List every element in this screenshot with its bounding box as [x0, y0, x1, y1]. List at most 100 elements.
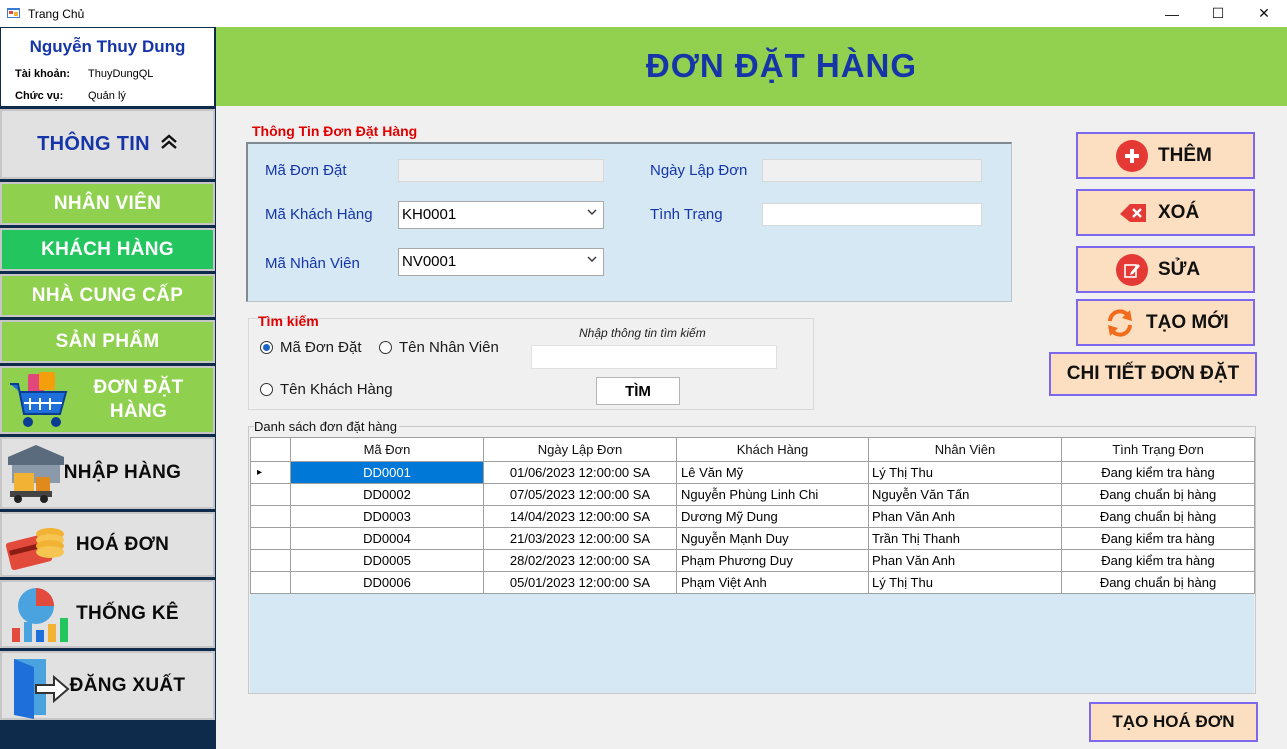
refresh-icon	[1104, 307, 1136, 339]
cell-status[interactable]: Đang kiểm tra hàng	[1061, 549, 1255, 572]
order-id-field[interactable]	[398, 159, 604, 182]
cell-employee[interactable]: Nguyễn Văn Tấn	[868, 483, 1062, 506]
order-list-title: Danh sách đơn đặt hàng	[254, 419, 399, 434]
plus-icon	[1116, 139, 1148, 172]
nav-invoices[interactable]: HOÁ ĐƠN	[0, 512, 215, 577]
search-button[interactable]: TÌM	[596, 377, 680, 405]
column-header-employee[interactable]: Nhân Viên	[868, 437, 1062, 462]
nav-orders[interactable]: ĐƠN ĐẶT HÀNG	[0, 366, 215, 434]
employee-id-value: NV0001	[402, 253, 457, 270]
add-button[interactable]: THÊM	[1076, 132, 1255, 179]
nav-invoices-label: HOÁ ĐƠN	[75, 533, 170, 555]
radio-customer-name-label: Tên Khách Hàng	[280, 381, 393, 398]
customer-id-select[interactable]: KH0001	[398, 201, 604, 229]
cell-order-id[interactable]: DD0005	[290, 549, 484, 572]
nav-info-toggle[interactable]: THÔNG TIN	[0, 109, 215, 179]
column-header-order-id[interactable]: Mã Đơn	[290, 437, 484, 462]
cell-order-id[interactable]: DD0006	[290, 571, 484, 594]
row-header-cell	[250, 483, 291, 506]
table-row[interactable]: ▸ DD0001 01/06/2023 12:00:00 SA Lê Văn M…	[250, 461, 1255, 484]
create-invoice-button[interactable]: TẠO HOÁ ĐƠN	[1089, 702, 1258, 742]
app-icon	[7, 7, 21, 20]
delete-button-label: XOÁ	[1158, 201, 1200, 223]
row-header-cell	[250, 571, 291, 594]
cell-customer[interactable]: Nguyễn Phùng Linh Chi	[676, 483, 869, 506]
maximize-button[interactable]: ☐	[1195, 0, 1241, 27]
radio-customer-name[interactable]: Tên Khách Hàng	[260, 381, 393, 398]
row-header-corner	[250, 437, 291, 462]
cell-date[interactable]: 05/01/2023 12:00:00 SA	[483, 571, 677, 594]
role-value: Quản lý	[88, 90, 126, 102]
nav-stats[interactable]: THỐNG KÊ	[0, 580, 215, 648]
cell-date[interactable]: 07/05/2023 12:00:00 SA	[483, 483, 677, 506]
cell-date[interactable]: 01/06/2023 12:00:00 SA	[483, 461, 677, 484]
cell-employee[interactable]: Lý Thị Thu	[868, 461, 1062, 484]
minimize-button[interactable]: —	[1149, 0, 1195, 27]
nav-suppliers[interactable]: NHÀ CUNG CẤP	[0, 274, 215, 317]
cell-employee[interactable]: Phan Văn Anh	[868, 549, 1062, 572]
nav-employees[interactable]: NHÂN VIÊN	[0, 182, 215, 225]
search-input[interactable]	[531, 345, 777, 369]
cell-customer[interactable]: Nguyễn Mạnh Duy	[676, 527, 869, 550]
cell-customer[interactable]: Phạm Việt Anh	[676, 571, 869, 594]
radio-order-id[interactable]: Mã Đơn Đặt	[260, 339, 362, 356]
chevron-down-icon	[587, 207, 597, 220]
column-header-date[interactable]: Ngày Lập Đơn	[483, 437, 677, 462]
cell-date[interactable]: 28/02/2023 12:00:00 SA	[483, 549, 677, 572]
order-date-field[interactable]	[762, 159, 982, 182]
nav-imports[interactable]: NHẬP HÀNG	[0, 437, 215, 509]
cell-status[interactable]: Đang chuẩn bị hàng	[1061, 571, 1255, 594]
table-header-row: Mã Đơn Ngày Lập Đơn Khách Hàng Nhân Viên…	[250, 437, 1255, 462]
employee-id-select[interactable]: NV0001	[398, 248, 604, 276]
customer-id-label: Mã Khách Hàng	[265, 206, 373, 223]
role-row: Chức vụ: Quản lý	[15, 90, 126, 102]
radio-employee-name-label: Tên Nhân Viên	[399, 339, 499, 356]
cell-employee[interactable]: Phan Văn Anh	[868, 505, 1062, 528]
order-id-label: Mã Đơn Đặt	[265, 162, 347, 179]
cell-status[interactable]: Đang chuẩn bị hàng	[1061, 505, 1255, 528]
edit-icon	[1116, 253, 1148, 286]
cell-customer[interactable]: Lê Văn Mỹ	[676, 461, 869, 484]
cell-customer[interactable]: Dương Mỹ Dung	[676, 505, 869, 528]
cell-employee[interactable]: Lý Thị Thu	[868, 571, 1062, 594]
cell-date[interactable]: 21/03/2023 12:00:00 SA	[483, 527, 677, 550]
table-row[interactable]: DD0006 05/01/2023 12:00:00 SA Phạm Việt …	[250, 571, 1255, 594]
cell-order-id[interactable]: DD0002	[290, 483, 484, 506]
radio-employee-name[interactable]: Tên Nhân Viên	[379, 339, 499, 356]
close-button[interactable]: ✕	[1241, 0, 1287, 27]
cell-date[interactable]: 14/04/2023 12:00:00 SA	[483, 505, 677, 528]
table-row[interactable]: DD0003 14/04/2023 12:00:00 SA Dương Mỹ D…	[250, 505, 1255, 528]
user-card: Nguyễn Thuy Dung Tài khoản: ThuyDungQL Ch…	[1, 28, 214, 106]
order-detail-button[interactable]: CHI TIẾT ĐƠN ĐẶT	[1049, 352, 1257, 396]
column-header-status[interactable]: Tình Trạng Đơn	[1061, 437, 1255, 462]
radio-order-id-label: Mã Đơn Đặt	[280, 339, 362, 356]
refresh-button-label: TẠO MỚI	[1146, 311, 1229, 333]
cell-status[interactable]: Đang chuẩn bị hàng	[1061, 483, 1255, 506]
window-title: Trang Chủ	[28, 6, 85, 21]
nav-imports-label: NHẬP HÀNG	[63, 462, 182, 483]
delete-button[interactable]: XOÁ	[1076, 189, 1255, 236]
nav-products[interactable]: SẢN PHẨM	[0, 320, 215, 363]
nav-customers[interactable]: KHÁCH HÀNG	[0, 228, 215, 271]
table-row[interactable]: DD0005 28/02/2023 12:00:00 SA Phạm Phươn…	[250, 549, 1255, 572]
status-field[interactable]	[762, 203, 982, 226]
row-header-cell	[250, 505, 291, 528]
order-table: Mã Đơn Ngày Lập Đơn Khách Hàng Nhân Viên…	[250, 437, 1255, 594]
edit-button-label: SỬA	[1158, 258, 1201, 280]
money-card-icon	[5, 520, 68, 580]
cell-order-id[interactable]: DD0003	[290, 505, 484, 528]
search-group-title: Tìm kiếm	[258, 313, 319, 329]
cell-order-id[interactable]: DD0004	[290, 527, 484, 550]
cell-employee[interactable]: Trần Thị Thanh	[868, 527, 1062, 550]
customer-id-value: KH0001	[402, 206, 457, 223]
column-header-customer[interactable]: Khách Hàng	[676, 437, 869, 462]
cell-status[interactable]: Đang kiểm tra hàng	[1061, 527, 1255, 550]
nav-logout[interactable]: ĐĂNG XUẤT	[0, 651, 215, 720]
cell-order-id[interactable]: DD0001	[290, 461, 484, 484]
refresh-button[interactable]: TẠO MỚI	[1076, 299, 1255, 346]
table-row[interactable]: DD0004 21/03/2023 12:00:00 SA Nguyễn Mạn…	[250, 527, 1255, 550]
edit-button[interactable]: SỬA	[1076, 246, 1255, 293]
cell-customer[interactable]: Phạm Phương Duy	[676, 549, 869, 572]
cell-status[interactable]: Đang kiểm tra hàng	[1061, 461, 1255, 484]
table-row[interactable]: DD0002 07/05/2023 12:00:00 SA Nguyễn Phù…	[250, 483, 1255, 506]
